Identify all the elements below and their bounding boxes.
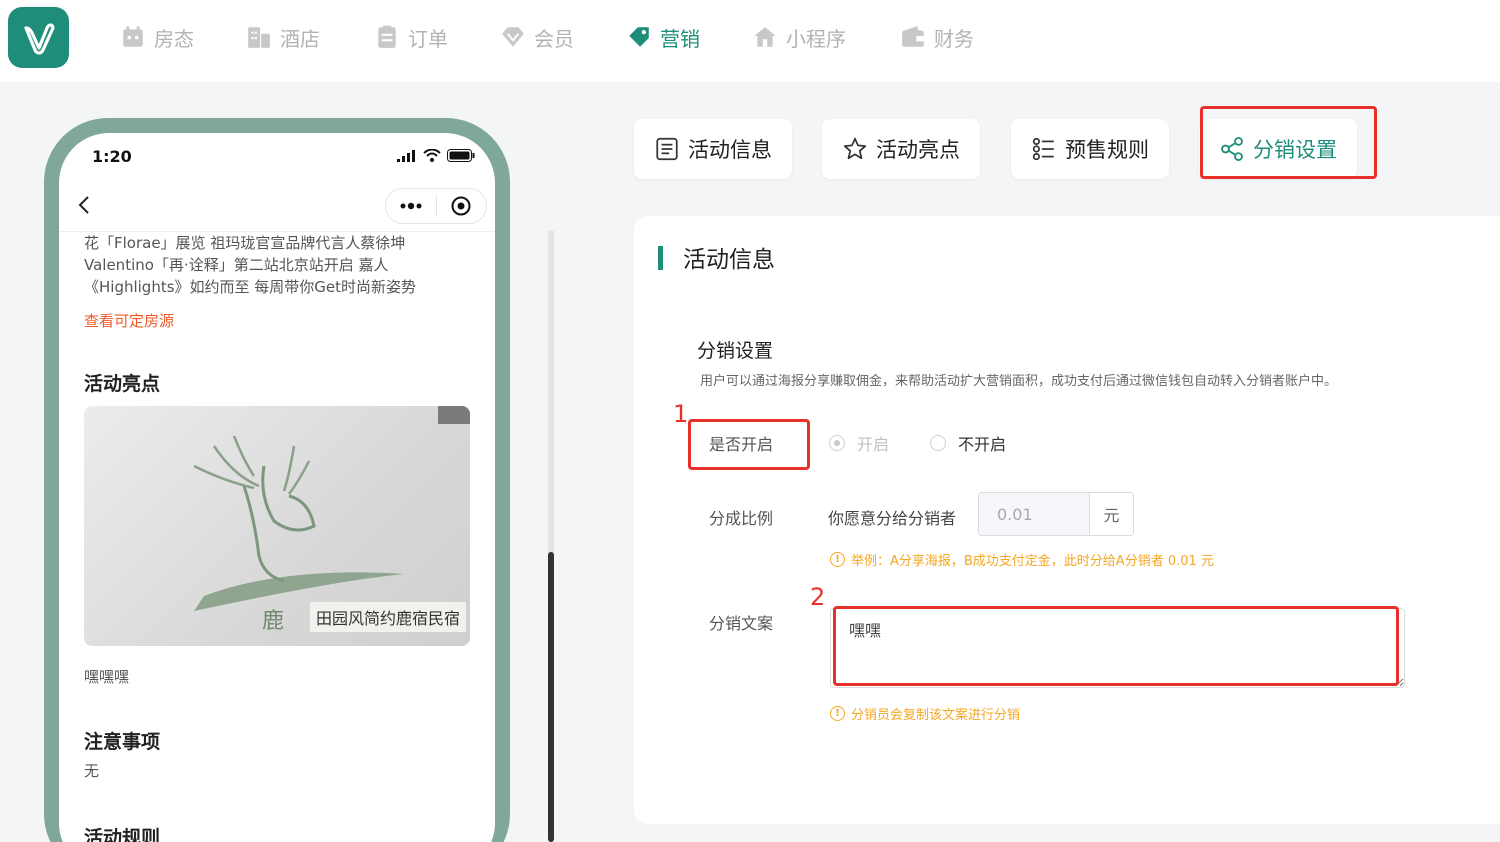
share-icon — [1221, 137, 1243, 161]
list-icon — [1032, 137, 1054, 161]
tab-distribution-settings[interactable]: 分销设置 — [1199, 119, 1357, 179]
close-mini-program-button[interactable] — [437, 189, 487, 223]
annotation-marker-1: 1 — [673, 400, 689, 428]
top-navigation: 房态 酒店 订单 会员 营销 小程序 财务 — [0, 0, 1500, 82]
ratio-input-group: 元 — [978, 492, 1134, 536]
more-dots-icon — [400, 202, 422, 210]
nav-label: 订单 — [408, 26, 448, 51]
tag-icon — [629, 27, 649, 47]
copy-hint: ! 分销员会复制该文案进行分销 — [830, 704, 1020, 723]
ratio-label: 分成比例 — [709, 509, 774, 528]
radio-dot — [930, 435, 946, 451]
section-description: 用户可以通过海报分享赚取佣金，来帮助活动扩大营销面积，成功支付后通过微信钱包自动… — [700, 374, 1338, 389]
wallet-icon — [902, 26, 924, 47]
ratio-prefix: 你愿意分给分销者 — [828, 509, 957, 528]
rules-title: 活动规则 — [84, 827, 161, 842]
document-icon — [656, 137, 678, 161]
more-button[interactable] — [386, 189, 436, 223]
tab-label: 分销设置 — [1253, 138, 1337, 162]
distribution-copy-textarea[interactable]: 嘿嘿 — [830, 608, 1405, 688]
activity-description: 花「Florae」展览 祖玛珑官宣品牌代言人蔡徐坤 Valentino「再·诠释… — [84, 234, 417, 296]
ratio-amount-input[interactable] — [979, 493, 1089, 535]
tab-label: 活动亮点 — [876, 138, 960, 162]
status-icons — [397, 149, 475, 162]
app-logo[interactable] — [8, 7, 69, 68]
status-time: 1:20 — [92, 147, 132, 166]
nav-label: 小程序 — [786, 26, 846, 51]
ratio-unit: 元 — [1089, 493, 1133, 535]
section-heading: 分销设置 — [697, 340, 774, 362]
radio-label: 开启 — [857, 435, 890, 454]
nav-label: 房态 — [154, 26, 194, 51]
nav-item-orders[interactable]: 订单 — [374, 22, 448, 52]
copy-hint-text: 分销员会复制该文案进行分销 — [851, 708, 1021, 723]
nav-label: 酒店 — [280, 26, 320, 51]
logo-v-icon — [23, 22, 55, 55]
view-rooms-link[interactable]: 查看可定房源 — [84, 310, 474, 331]
title-accent-bar — [658, 246, 663, 270]
phone-content: 花「Florae」展览 祖玛珑官宣品牌代言人蔡徐坤 Valentino「再·诠释… — [84, 233, 474, 842]
image-caption: 田园风简约鹿宿民宿 — [310, 602, 467, 632]
tab-label: 预售规则 — [1065, 138, 1149, 162]
radio-enable[interactable]: 开启 — [829, 431, 889, 455]
tab-activity-info[interactable]: 活动信息 — [634, 119, 792, 179]
star-icon — [843, 137, 867, 160]
nav-item-marketing[interactable]: 营销 — [626, 22, 700, 52]
annotation-marker-2: 2 — [810, 583, 826, 611]
ratio-hint-text: 举例：A分享海报，B成功支付定金，此时分给A分销者 0.01 元 — [851, 554, 1214, 569]
tab-presale-rules[interactable]: 预售规则 — [1011, 119, 1169, 179]
preview-scrollbar-thumb[interactable] — [548, 552, 554, 842]
target-circle-icon — [451, 196, 471, 216]
phone-screen: 1:20 花「Florae」展览 祖玛珑官宣品牌代言人蔡徐坤 Valentino… — [59, 133, 495, 842]
nav-item-finance[interactable]: 财务 — [900, 22, 974, 52]
highlights-text: 嘿嘿嘿 — [84, 668, 130, 686]
mini-program-capsule — [385, 188, 487, 224]
tab-label: 活动信息 — [688, 138, 772, 162]
notice-text: 无 — [84, 762, 100, 780]
back-arrow-icon[interactable] — [73, 193, 97, 217]
tab-activity-highlights[interactable]: 活动亮点 — [822, 119, 980, 179]
ratio-hint: ! 举例：A分享海报，B成功支付定金，此时分给A分销者 0.01 元 — [830, 550, 1214, 569]
enable-label: 是否开启 — [709, 435, 774, 454]
status-bar: 1:20 — [59, 133, 495, 183]
notice-title: 注意事项 — [84, 731, 161, 753]
building-icon — [248, 27, 270, 48]
highlight-image: 鹿 田园风简约鹿宿民宿 — [84, 406, 470, 646]
copy-label: 分销文案 — [709, 614, 774, 633]
nav-label: 会员 — [534, 26, 574, 51]
nav-label: 财务 — [934, 26, 974, 51]
highlights-title: 活动亮点 — [84, 373, 161, 395]
radio-disable[interactable]: 不开启 — [930, 431, 1006, 455]
distribution-settings-panel: 活动信息 分销设置 用户可以通过海报分享赚取佣金，来帮助活动扩大营销面积，成功支… — [634, 216, 1500, 824]
nav-item-hotel[interactable]: 酒店 — [246, 22, 320, 52]
battery-icon — [447, 149, 475, 162]
nav-item-members[interactable]: 会员 — [500, 22, 574, 52]
info-warning-icon: ! — [830, 552, 845, 567]
wifi-icon — [423, 149, 441, 162]
home-icon — [754, 27, 776, 47]
phone-preview: 1:20 花「Florae」展览 祖玛珑官宣品牌代言人蔡徐坤 Valentino… — [44, 118, 510, 842]
image-seal-text: 鹿 — [262, 609, 284, 634]
nav-item-room-status[interactable]: 房态 — [120, 22, 194, 52]
nav-label: 营销 — [660, 26, 700, 51]
nav-item-mini-program[interactable]: 小程序 — [752, 22, 846, 52]
info-warning-icon: ! — [830, 706, 845, 721]
signal-icon — [397, 149, 415, 162]
calendar-icon — [123, 26, 143, 47]
clipboard-icon — [378, 25, 396, 48]
panel-title: 活动信息 — [683, 247, 775, 273]
diamond-icon — [502, 27, 524, 47]
radio-label: 不开启 — [958, 435, 1007, 454]
radio-dot — [829, 435, 845, 451]
